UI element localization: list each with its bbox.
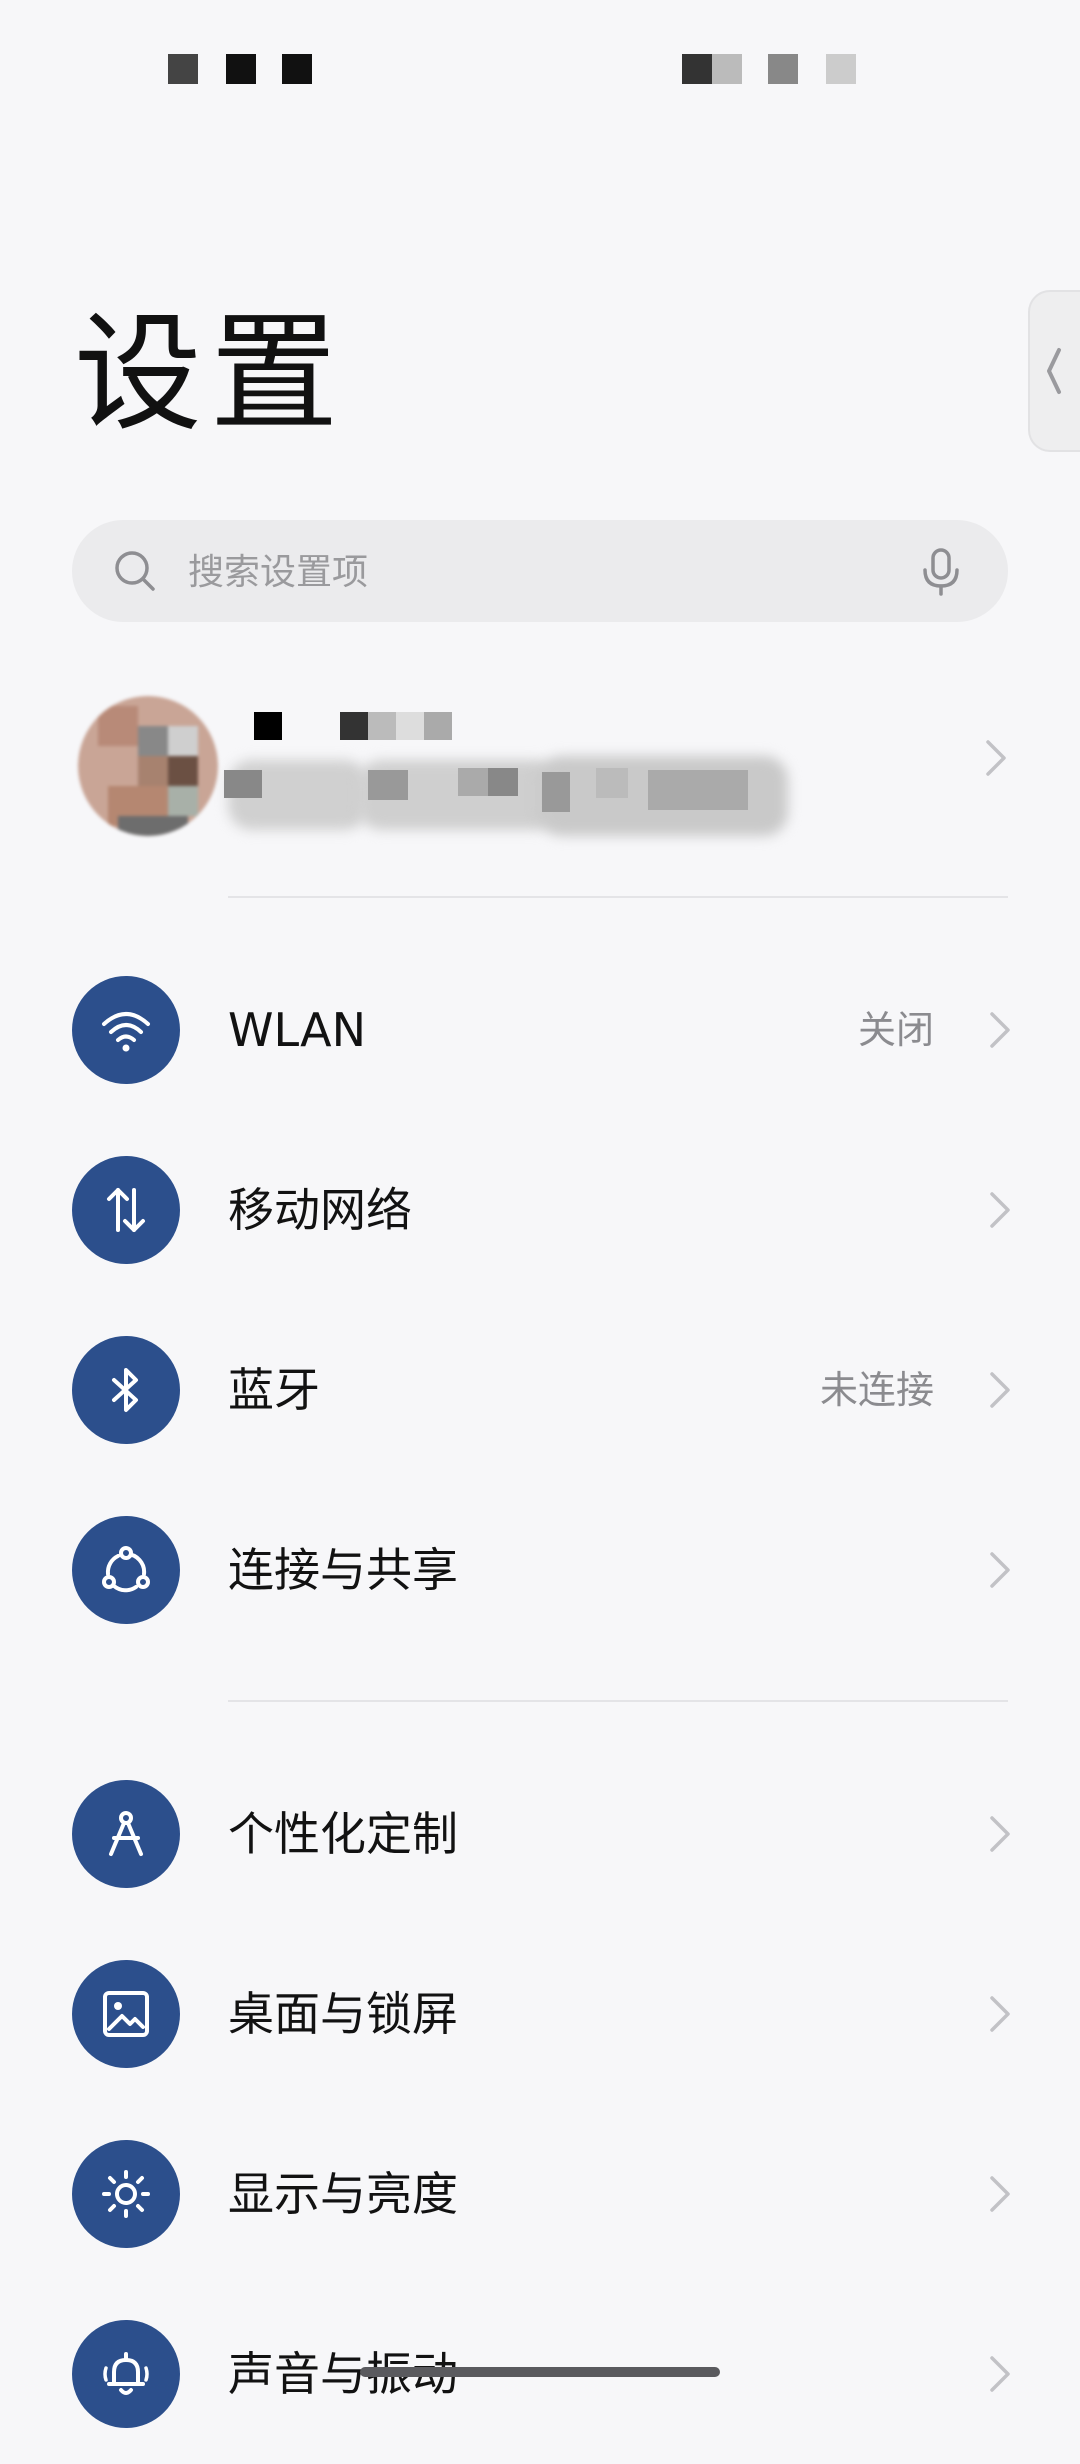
status-bar-icon xyxy=(682,54,712,84)
settings-row-label: 桌面与锁屏 xyxy=(228,1987,458,2041)
mobile-data-icon xyxy=(72,1156,180,1264)
wifi-icon xyxy=(72,976,180,1084)
settings-row-mobile-network[interactable]: 移动网络 xyxy=(0,1120,1080,1300)
search-bar[interactable] xyxy=(72,520,1008,624)
settings-row-label: 移动网络 xyxy=(228,1183,412,1237)
chevron-right-icon xyxy=(990,1552,1010,1588)
avatar xyxy=(78,696,218,836)
search-icon xyxy=(115,551,155,591)
settings-row-display-brightness[interactable]: 显示与亮度 xyxy=(0,2104,1080,2284)
chevron-right-icon xyxy=(990,2176,1010,2212)
status-bar xyxy=(0,0,1080,130)
settings-row-label: 显示与亮度 xyxy=(228,2167,458,2221)
divider xyxy=(228,1700,1008,1702)
chevron-right-icon xyxy=(986,740,1006,776)
settings-row-personalization[interactable]: 个性化定制 xyxy=(0,1744,1080,1924)
settings-row-label: 蓝牙 xyxy=(228,1363,320,1417)
home-indicator[interactable] xyxy=(360,2367,720,2377)
status-bar-icon xyxy=(768,54,798,84)
settings-row-desktop-lockscreen[interactable]: 桌面与锁屏 xyxy=(0,1924,1080,2104)
chevron-right-icon xyxy=(990,1996,1010,2032)
microphone-icon[interactable] xyxy=(920,548,962,596)
chevron-right-icon xyxy=(990,1192,1010,1228)
status-bar-icon xyxy=(282,54,312,84)
chevron-right-icon xyxy=(990,2356,1010,2392)
bluetooth-icon xyxy=(72,1336,180,1444)
status-bar-icon xyxy=(226,54,256,84)
side-panel-handle[interactable] xyxy=(1028,290,1080,452)
divider xyxy=(228,896,1008,898)
chevron-right-icon xyxy=(990,1372,1010,1408)
chevron-right-icon xyxy=(990,1816,1010,1852)
status-bar-icon xyxy=(168,54,198,84)
settings-row-label: 个性化定制 xyxy=(228,1807,458,1861)
chevron-left-icon xyxy=(1047,348,1061,394)
page-title: 设置 xyxy=(74,300,347,449)
sun-icon xyxy=(72,2140,180,2248)
settings-row-label: 连接与共享 xyxy=(228,1543,458,1597)
search-input[interactable] xyxy=(186,520,870,624)
image-icon xyxy=(72,1960,180,2068)
connection-sharing-icon xyxy=(72,1516,180,1624)
bell-icon xyxy=(72,2320,180,2428)
compass-icon xyxy=(72,1780,180,1888)
settings-row-value: 未连接 xyxy=(819,1368,934,1412)
settings-row-connection-sharing[interactable]: 连接与共享 xyxy=(0,1480,1080,1660)
status-bar-icon xyxy=(826,54,856,84)
status-bar-icon xyxy=(712,54,742,84)
settings-row-wlan[interactable]: WLAN 关闭 xyxy=(0,940,1080,1120)
chevron-right-icon xyxy=(990,1012,1010,1048)
settings-row-label: WLAN xyxy=(228,1003,367,1057)
settings-row-bluetooth[interactable]: 蓝牙 未连接 xyxy=(0,1300,1080,1480)
settings-row-value: 关闭 xyxy=(857,1008,934,1052)
account-card[interactable] xyxy=(48,660,1008,856)
